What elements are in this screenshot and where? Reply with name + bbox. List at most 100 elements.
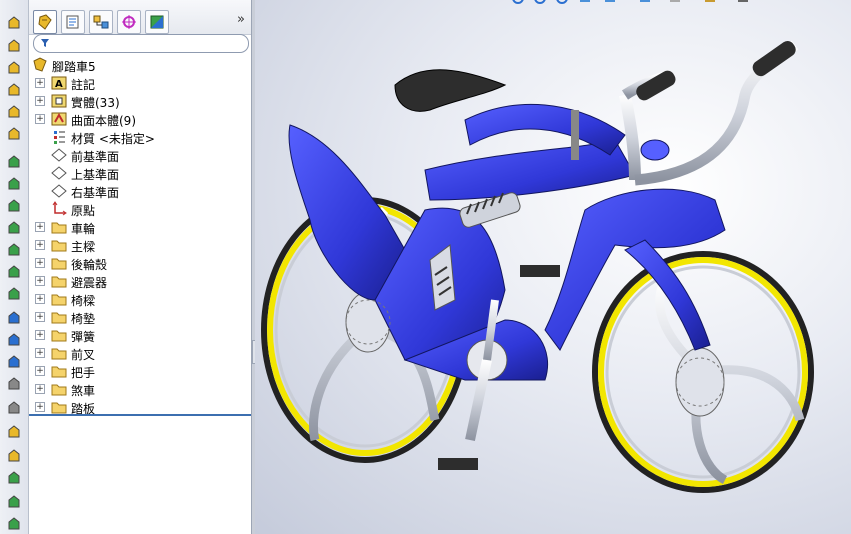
tree-item-label: 原點 bbox=[71, 204, 96, 218]
shell-icon[interactable] bbox=[5, 354, 23, 370]
lofted-boss-icon[interactable] bbox=[5, 82, 23, 98]
tree-item[interactable]: 原點 bbox=[29, 200, 251, 218]
plane-icon bbox=[51, 183, 67, 199]
graphics-area[interactable] bbox=[255, 0, 851, 534]
tree-item-label: 右基準面 bbox=[71, 186, 120, 200]
folder-icon bbox=[51, 363, 67, 379]
revolved-cut-icon[interactable] bbox=[5, 198, 23, 214]
tree-item[interactable]: + 煞車 bbox=[29, 380, 251, 398]
swept-cut-icon[interactable] bbox=[5, 220, 23, 236]
expand-toggle-icon[interactable]: + bbox=[35, 402, 45, 412]
part-icon bbox=[32, 57, 48, 73]
view-toolbar-icons[interactable] bbox=[510, 0, 770, 8]
folder-icon bbox=[51, 309, 67, 325]
tree-item-label: 材質 <未指定> bbox=[71, 132, 155, 146]
dome-icon[interactable] bbox=[5, 516, 23, 532]
expand-toggle-icon[interactable]: + bbox=[35, 348, 45, 358]
extruded-cut-icon[interactable] bbox=[5, 154, 23, 170]
expand-toggle-icon[interactable]: + bbox=[35, 258, 45, 268]
tree-item[interactable]: 材質 <未指定> bbox=[29, 128, 251, 146]
command-toolbar bbox=[0, 0, 29, 534]
tree-item[interactable]: + 避震器 bbox=[29, 272, 251, 290]
tree-item-label: 上基準面 bbox=[71, 168, 120, 182]
lofted-cut-icon[interactable] bbox=[5, 242, 23, 258]
tree-item[interactable]: + 彈簧 bbox=[29, 326, 251, 344]
folder-icon bbox=[51, 399, 67, 415]
instant3d-icon[interactable] bbox=[5, 470, 23, 486]
tree-item[interactable]: + 後輪殼 bbox=[29, 254, 251, 272]
feature-tree-icon bbox=[38, 14, 52, 30]
annotations-icon: A bbox=[51, 75, 67, 91]
tree-item[interactable]: + 車輪 bbox=[29, 218, 251, 236]
tree-item[interactable]: + A 註記 bbox=[29, 74, 251, 92]
hole-wizard-icon[interactable] bbox=[5, 176, 23, 192]
boundary-cut-icon[interactable] bbox=[5, 264, 23, 280]
folder-icon bbox=[51, 327, 67, 343]
boundary-boss-icon[interactable] bbox=[5, 104, 23, 120]
property-manager-tab[interactable] bbox=[61, 10, 85, 34]
tree-item-label: 曲面本體(9) bbox=[71, 114, 136, 128]
expand-toggle-icon[interactable]: + bbox=[35, 96, 45, 106]
tree-item[interactable]: 右基準面 bbox=[29, 182, 251, 200]
tree-root-part[interactable]: 腳踏車5 bbox=[29, 56, 251, 74]
display-manager-tab[interactable] bbox=[145, 10, 169, 34]
handlebar bbox=[619, 40, 799, 186]
expand-toggle-icon[interactable]: + bbox=[35, 384, 45, 394]
curves-icon[interactable] bbox=[5, 448, 23, 464]
tree-item-label: 車輪 bbox=[71, 222, 96, 236]
tree-item[interactable]: + 把手 bbox=[29, 362, 251, 380]
tree-item-label: 椅樑 bbox=[71, 294, 96, 308]
expand-toggle-icon[interactable]: + bbox=[35, 78, 45, 88]
linear-pattern-icon[interactable] bbox=[5, 286, 23, 302]
expand-toggle-icon[interactable]: + bbox=[35, 330, 45, 340]
extruded-boss-icon[interactable] bbox=[5, 15, 23, 31]
dimxpert-icon bbox=[122, 15, 136, 29]
expand-toggle-icon[interactable]: + bbox=[35, 114, 45, 124]
expand-panel-icon[interactable]: » bbox=[237, 12, 245, 27]
expand-toggle-icon[interactable]: + bbox=[35, 312, 45, 322]
rib-icon[interactable] bbox=[5, 310, 23, 326]
folder-icon bbox=[51, 237, 67, 253]
draft-icon[interactable] bbox=[5, 332, 23, 348]
feature-manager-panel: » 腳踏車5 + A 註記 + 實體(33) + 曲面本體(9) 材質 <未指定> 前基準面上基準… bbox=[29, 0, 251, 534]
rollback-bar[interactable] bbox=[29, 414, 251, 416]
tree-filter-input[interactable] bbox=[33, 34, 249, 53]
tree-item-label: 註記 bbox=[71, 78, 96, 92]
panel-tabs: » bbox=[29, 0, 251, 35]
configuration-icon bbox=[93, 15, 109, 29]
expand-toggle-icon[interactable]: + bbox=[35, 294, 45, 304]
fillet-icon[interactable] bbox=[5, 126, 23, 142]
tree-item[interactable]: 前基準面 bbox=[29, 146, 251, 164]
reference-geometry-icon[interactable] bbox=[5, 424, 23, 440]
revolved-boss-icon[interactable] bbox=[5, 38, 23, 54]
solid-bodies-icon bbox=[51, 93, 67, 109]
expand-toggle-icon[interactable]: + bbox=[35, 276, 45, 286]
tree-item[interactable]: + 椅樑 bbox=[29, 290, 251, 308]
bicycle-model-view bbox=[261, 40, 814, 493]
tree-item[interactable]: + 曲面本體(9) bbox=[29, 110, 251, 128]
swept-boss-icon[interactable] bbox=[5, 60, 23, 76]
expand-toggle-icon[interactable]: + bbox=[35, 366, 45, 376]
expand-toggle-icon[interactable]: + bbox=[35, 222, 45, 232]
folder-icon bbox=[51, 291, 67, 307]
wrap-icon[interactable] bbox=[5, 376, 23, 392]
intersect-icon[interactable] bbox=[5, 400, 23, 416]
tree-root-label: 腳踏車5 bbox=[52, 60, 96, 74]
tree-item-label: 實體(33) bbox=[71, 96, 120, 110]
tree-item-label: 煞車 bbox=[71, 384, 96, 398]
svg-text:A: A bbox=[55, 79, 63, 90]
property-icon bbox=[66, 15, 79, 29]
mirror-icon[interactable] bbox=[5, 494, 23, 510]
configuration-manager-tab[interactable] bbox=[89, 10, 113, 34]
display-manager-icon bbox=[150, 15, 164, 29]
surface-bodies-icon bbox=[51, 111, 67, 127]
tree-item[interactable]: + 椅墊 bbox=[29, 308, 251, 326]
tree-item[interactable]: + 實體(33) bbox=[29, 92, 251, 110]
tree-item-label: 主樑 bbox=[71, 240, 96, 254]
dimxpert-tab[interactable] bbox=[117, 10, 141, 34]
feature-manager-tab[interactable] bbox=[33, 10, 57, 34]
tree-item[interactable]: + 前叉 bbox=[29, 344, 251, 362]
expand-toggle-icon[interactable]: + bbox=[35, 240, 45, 250]
tree-item[interactable]: + 主樑 bbox=[29, 236, 251, 254]
tree-item[interactable]: 上基準面 bbox=[29, 164, 251, 182]
